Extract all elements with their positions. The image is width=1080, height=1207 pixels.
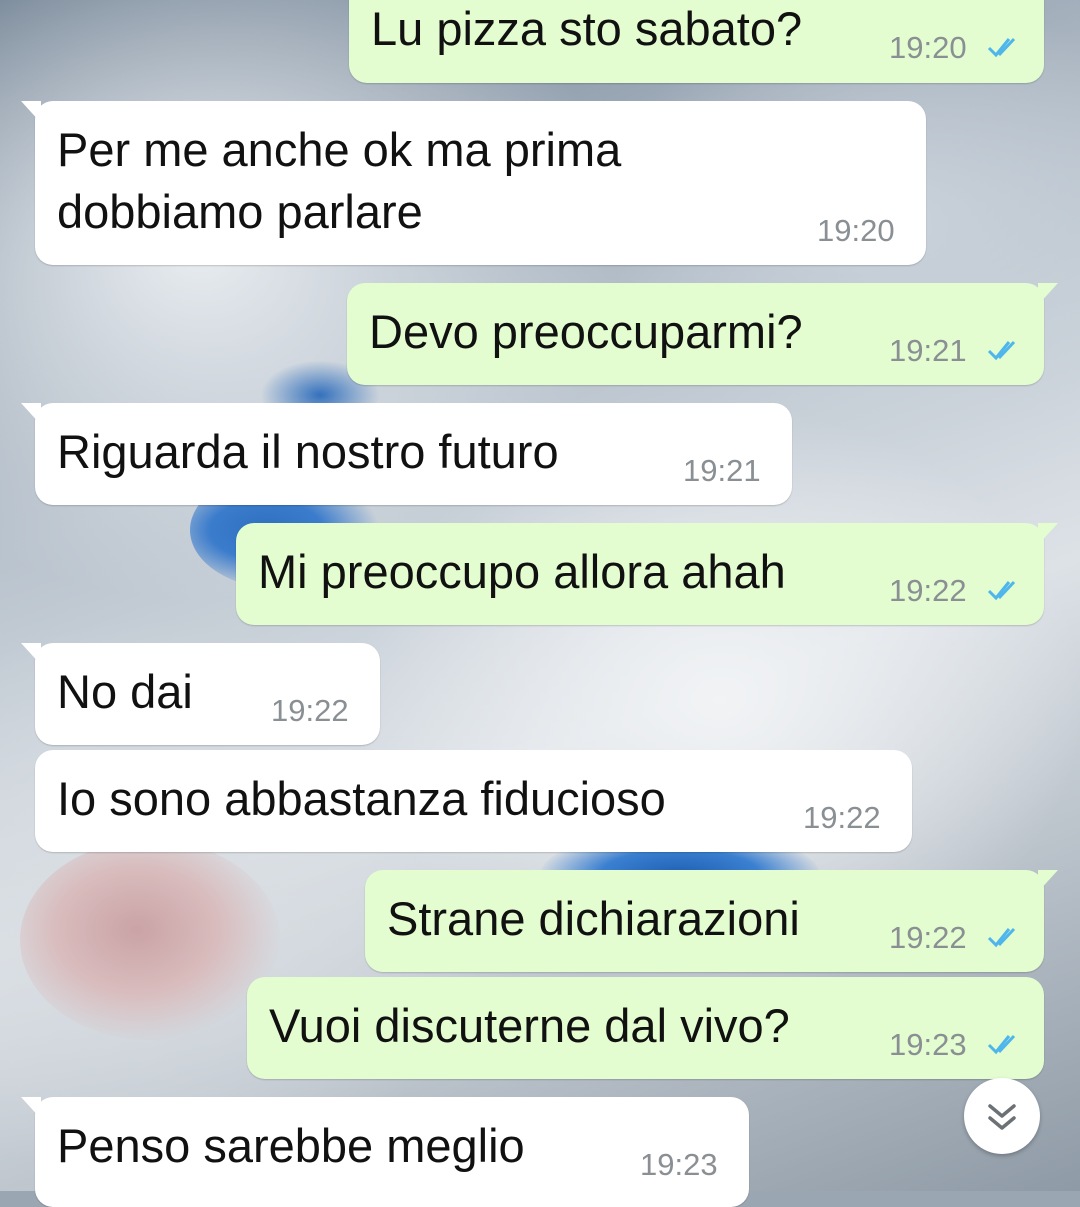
message-outgoing[interactable]: Vuoi discuterne dal vivo? 19:23 <box>247 977 1044 1079</box>
message-incoming[interactable]: Riguarda il nostro futuro 19:21 <box>21 403 792 505</box>
message-outgoing[interactable]: Mi preoccupo allora ahah 19:22 <box>236 523 1058 625</box>
message-time: 19:23 <box>889 1027 967 1062</box>
message-incoming[interactable]: Io sono abbastanza fiducioso 19:22 <box>35 750 912 852</box>
message-time: 19:21 <box>889 333 967 368</box>
message-text: No dai <box>57 665 193 718</box>
read-receipt-icon <box>987 37 1016 58</box>
message-outgoing[interactable]: Devo preoccuparmi? 19:21 <box>347 283 1058 385</box>
message-text: Lu pizza sto sabato? <box>371 2 803 55</box>
message-time: 19:22 <box>803 800 881 835</box>
message-text: Penso sarebbe meglio <box>57 1119 525 1172</box>
message-time: 19:21 <box>683 453 761 488</box>
message-outgoing[interactable]: Strane dichiarazioni 19:22 <box>365 870 1058 972</box>
message-incoming[interactable]: No dai 19:22 <box>21 643 380 745</box>
read-receipt-icon <box>987 1034 1016 1055</box>
message-incoming[interactable]: Per me anche ok ma prima dobbiamo parlar… <box>21 101 926 265</box>
message-outgoing[interactable]: Lu pizza sto sabato? 19:20 <box>349 0 1058 83</box>
read-receipt-icon <box>987 580 1016 601</box>
message-text: Vuoi discuterne dal vivo? <box>269 999 790 1052</box>
message-time: 19:20 <box>817 213 895 248</box>
message-text: Io sono abbastanza fiducioso <box>57 772 666 825</box>
message-text: Devo preoccuparmi? <box>369 305 803 358</box>
message-text: Mi preoccupo allora ahah <box>258 545 786 598</box>
message-time: 19:22 <box>889 920 967 955</box>
read-receipt-icon <box>987 340 1016 361</box>
message-text: Strane dichiarazioni <box>387 892 800 945</box>
message-time: 19:22 <box>889 573 967 608</box>
message-text: Riguarda il nostro futuro <box>57 425 559 478</box>
message-time: 19:20 <box>889 30 967 65</box>
read-receipt-icon <box>987 927 1016 948</box>
message-text-line: dobbiamo parlare <box>57 185 423 238</box>
double-chevron-down-icon <box>988 1104 1016 1130</box>
message-time: 19:22 <box>271 693 349 728</box>
message-text-line: Per me anche ok ma prima <box>57 123 622 176</box>
message-time: 19:23 <box>640 1147 718 1182</box>
scroll-to-bottom-button[interactable] <box>964 1078 1040 1154</box>
